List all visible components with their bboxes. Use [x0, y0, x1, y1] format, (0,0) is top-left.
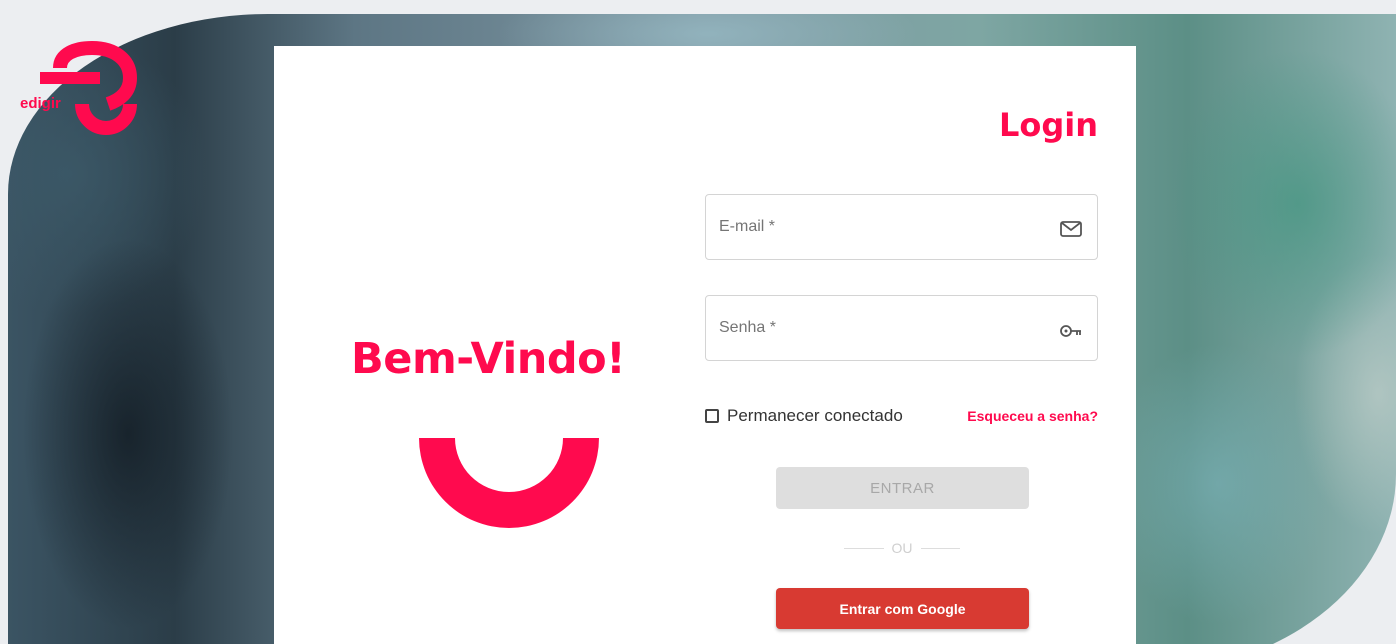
- login-title: Login: [998, 106, 1098, 144]
- login-page: edigir Bem-Vindo! Login Permanecer con: [0, 0, 1396, 644]
- brand-logo[interactable]: edigir: [20, 40, 140, 140]
- logo-mark-icon: [40, 40, 138, 135]
- remember-label: Permanecer conectado: [727, 406, 903, 425]
- email-input[interactable]: [719, 195, 1039, 259]
- divider-line-right: [920, 547, 960, 549]
- brand-name: edigir: [20, 95, 61, 112]
- welcome-heading: Bem-Vindo!: [351, 334, 626, 384]
- google-login-button[interactable]: Entrar com Google: [776, 588, 1029, 629]
- forgot-password-link[interactable]: Esqueceu a senha?: [967, 408, 1098, 424]
- divider-label: OU: [891, 540, 913, 556]
- remember-checkbox[interactable]: [705, 409, 719, 423]
- login-card: Bem-Vindo! Login Permanecer conectado E: [274, 46, 1136, 644]
- remember-me[interactable]: Permanecer conectado: [705, 406, 903, 426]
- divider-line-left: [844, 547, 884, 549]
- mail-icon: [1060, 221, 1082, 237]
- password-field[interactable]: [705, 295, 1098, 361]
- key-icon: [1060, 325, 1081, 337]
- password-input[interactable]: [719, 296, 1039, 360]
- email-field[interactable]: [705, 194, 1098, 260]
- submit-button[interactable]: ENTRAR: [776, 467, 1029, 509]
- smile-logo-icon: [419, 438, 599, 528]
- or-divider: OU: [844, 540, 960, 556]
